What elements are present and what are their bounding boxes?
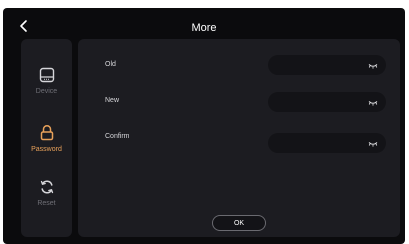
confirm-password-label: Confirm: [105, 133, 130, 140]
sidebar-item-label: Device: [35, 88, 58, 95]
sidebar-item-label: Reset: [37, 200, 56, 207]
new-password-field[interactable]: [268, 92, 386, 112]
eye-closed-icon[interactable]: [368, 100, 378, 106]
page-title: More: [191, 22, 217, 34]
refresh-icon: [40, 180, 53, 194]
old-password-label: Old: [105, 61, 116, 68]
eye-closed-icon[interactable]: [368, 141, 378, 147]
ok-button[interactable]: OK: [212, 215, 266, 231]
device-icon: [39, 67, 54, 83]
new-password-label: New: [105, 97, 120, 104]
sidebar-item-device[interactable]: Device: [21, 67, 72, 95]
confirm-password-field[interactable]: [268, 133, 386, 153]
sidebar-item-password[interactable]: Password: [21, 124, 72, 153]
old-password-field[interactable]: [268, 55, 386, 75]
password-form: Old New Confirm OK: [78, 39, 400, 237]
sidebar: Device Password Reset: [21, 39, 72, 237]
sidebar-item-reset[interactable]: Reset: [21, 179, 72, 207]
eye-closed-icon[interactable]: [368, 63, 378, 69]
lock-icon: [40, 124, 53, 141]
screen: More Device Password Reset Old New Confi…: [3, 8, 405, 244]
sidebar-item-label: Password: [31, 146, 62, 153]
